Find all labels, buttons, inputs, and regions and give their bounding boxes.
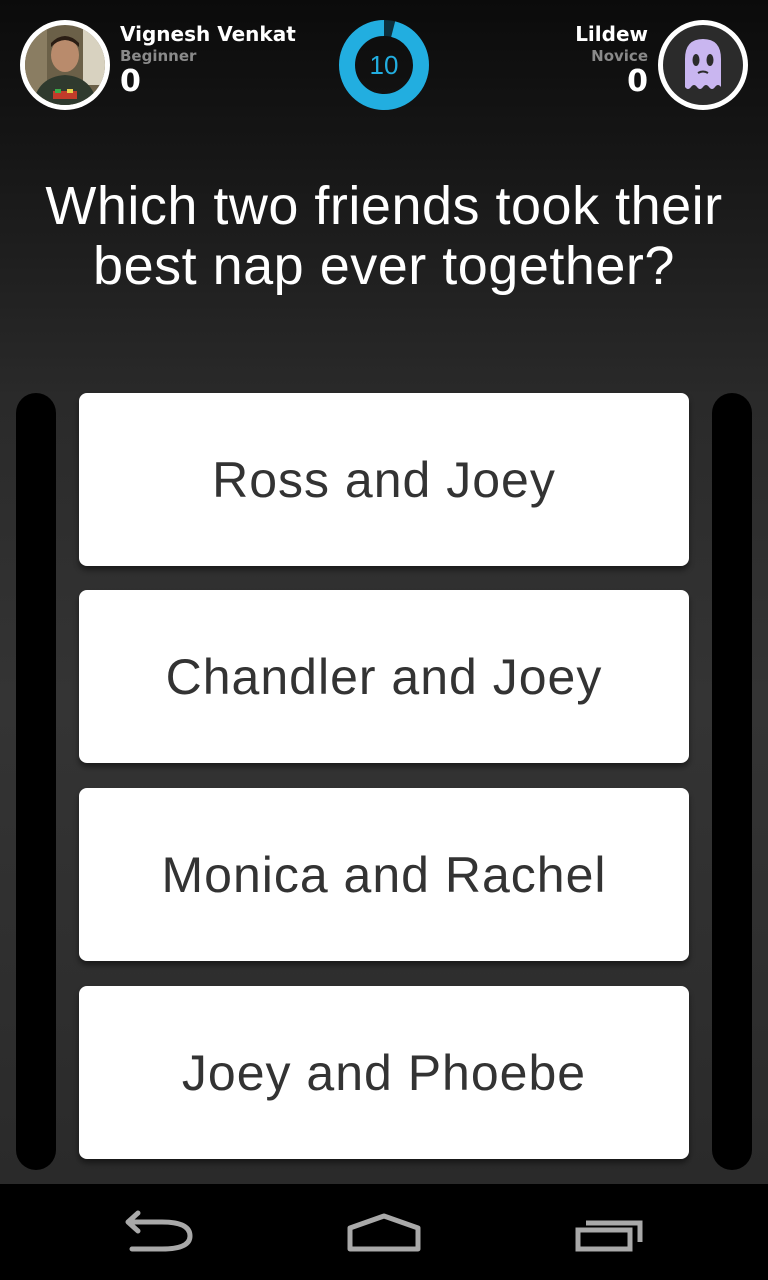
recents-button[interactable] [482,1184,738,1280]
player-right-info: Lildew Novice 0 [575,22,648,98]
player-right-name: Lildew [575,22,648,46]
answer-button-2[interactable]: Chandler and Joey [79,590,689,763]
player-right-rank: Novice [591,47,648,65]
game-screen: Vignesh Venkat Beginner 0 10 Lildew Novi… [0,0,768,1184]
player-left-rank: Beginner [120,47,197,65]
right-rail [712,393,752,1170]
player-left-avatar[interactable] [20,20,110,110]
answer-button-3[interactable]: Monica and Rachel [79,788,689,961]
back-icon [125,1210,193,1252]
home-button[interactable] [256,1184,512,1280]
answer-button-4[interactable]: Joey and Phoebe [79,986,689,1159]
player-left-score: 0 [120,64,141,99]
home-icon [347,1213,421,1252]
recents-icon [575,1220,643,1252]
ghost-icon [663,25,743,105]
left-rail [16,393,56,1170]
timer-value: 10 [369,50,399,80]
navigation-bar [0,1184,768,1280]
player-right-score: 0 [627,64,648,99]
player-left-info: Vignesh Venkat Beginner 0 [120,22,296,98]
profile-photo-icon [25,25,105,105]
back-button[interactable] [32,1184,288,1280]
question-text: Which two friends took their best nap ev… [45,176,723,296]
player-left-name: Vignesh Venkat [120,22,296,46]
countdown-timer: 10 [339,20,429,110]
player-right-avatar[interactable] [658,20,748,110]
answer-button-1[interactable]: Ross and Joey [79,393,689,566]
